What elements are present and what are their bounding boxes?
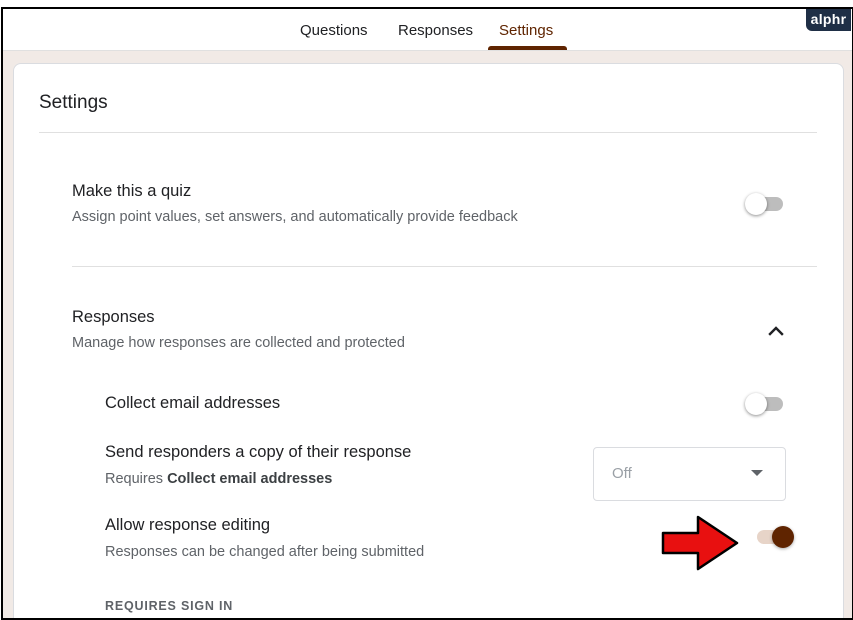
send-copy-requirement: Requires Collect email addresses [105,471,332,487]
quiz-description: Assign point values, set answers, and au… [72,209,518,225]
caret-down-icon [751,470,763,476]
allow-editing-label: Allow response editing [105,516,271,534]
requires-setting-name: Collect email addresses [167,471,333,487]
red-arrow-icon [661,515,739,571]
responses-description: Manage how responses are collected and p… [72,335,405,351]
active-tab-indicator [488,46,567,50]
responses-title: Responses [72,308,155,326]
alphr-logo: alphr [806,9,851,31]
quiz-divider [72,266,817,267]
quiz-title: Make this a quiz [72,182,192,200]
quiz-toggle[interactable] [745,193,785,215]
toggle-knob [745,393,767,415]
title-divider [39,132,817,133]
send-copy-label: Send responders a copy of their response [105,443,412,461]
collect-email-label: Collect email addresses [105,394,281,412]
settings-title: Settings [39,92,108,113]
toggle-knob [772,526,794,548]
requires-sign-in-heading: REQUIRES SIGN IN [105,599,234,613]
select-value: Off [612,465,632,482]
allow-editing-description: Responses can be changed after being sub… [105,544,425,560]
toggle-knob [745,193,767,215]
send-copy-select[interactable]: Off [593,447,786,501]
collect-email-toggle[interactable] [745,393,785,415]
tab-questions[interactable]: Questions [300,22,368,39]
allow-editing-toggle[interactable] [753,526,794,548]
chevron-up-icon[interactable] [766,321,786,341]
requires-prefix: Requires [105,471,164,487]
tab-settings[interactable]: Settings [499,22,553,39]
tab-bar: Questions Responses Settings [3,9,852,51]
settings-card: Settings Make this a quiz Assign point v… [13,63,844,618]
tab-responses[interactable]: Responses [398,22,473,39]
app-frame: Questions Responses Settings alphr Setti… [1,7,853,620]
